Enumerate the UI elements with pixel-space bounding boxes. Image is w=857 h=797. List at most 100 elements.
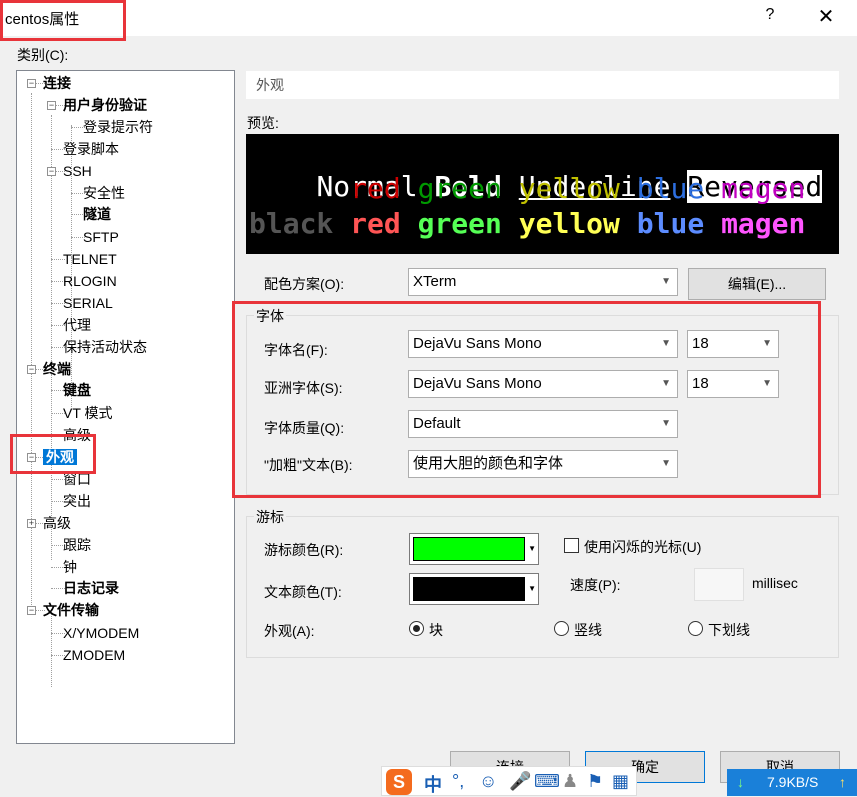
tree-item[interactable]: 登录提示符	[83, 117, 153, 137]
text-color-swatch	[413, 577, 525, 601]
tree-item[interactable]: 终端	[43, 359, 71, 379]
tree-item[interactable]: 代理	[63, 315, 91, 335]
tree-item[interactable]: VT 模式	[63, 403, 113, 423]
radio-block-label: 块	[429, 622, 443, 638]
tree-item[interactable]: 钟	[63, 557, 77, 577]
cursor-color-picker[interactable]: ▼	[409, 533, 539, 565]
net-speed: 7.9KB/S	[767, 774, 819, 790]
tree-collapse-icon[interactable]: −	[27, 79, 36, 88]
color-scheme-select[interactable]: XTerm ▼	[408, 268, 678, 296]
tree-item[interactable]: 安全性	[83, 183, 125, 203]
tree-item[interactable]: SFTP	[83, 227, 119, 247]
tree-item-label: X/YMODEM	[63, 625, 140, 641]
tree-item[interactable]: 登录脚本	[63, 139, 119, 159]
tree-item[interactable]: X/YMODEM	[63, 623, 139, 643]
tree-item-label: VT 模式	[63, 405, 113, 421]
cursor-group-title: 游标	[254, 507, 286, 527]
tree-item[interactable]: RLOGIN	[63, 271, 117, 291]
tree-item[interactable]: SERIAL	[63, 293, 113, 313]
tree-item-label: 登录提示符	[83, 119, 153, 135]
keyboard-icon[interactable]: ⌨	[534, 771, 560, 792]
tree-item-label: RLOGIN	[63, 273, 117, 289]
tree-item[interactable]: 文件传输	[43, 600, 99, 620]
radio-underline[interactable]	[688, 621, 703, 636]
tree-item-label: 终端	[43, 361, 71, 377]
preview-pane: Normal Bold Underline Reversed Cu red gr…	[246, 134, 839, 254]
toolbox-icon[interactable]: ▦	[612, 771, 629, 792]
tree-item-label: SERIAL	[63, 295, 113, 311]
preview-word: blue	[636, 207, 705, 240]
tree-item[interactable]: 连接	[43, 73, 71, 93]
radio-block[interactable]	[409, 621, 424, 636]
blink-cursor-checkbox[interactable]	[564, 538, 579, 553]
tree-expand-icon[interactable]: +	[27, 519, 36, 528]
edit-scheme-button[interactable]: 编辑(E)...	[688, 268, 826, 300]
ime-toolbar: S 中 °, ☺ 🎤 ⌨ ♟ ⚑ ▦	[381, 766, 637, 796]
sogou-logo-icon[interactable]: S	[386, 769, 412, 795]
tree-item-label: 日志记录	[63, 580, 119, 596]
user-icon[interactable]: ♟	[562, 771, 578, 792]
ime-punct[interactable]: °,	[452, 771, 464, 792]
tree-item-label: 连接	[43, 75, 71, 91]
title-bar	[0, 0, 857, 36]
tree-item-label: 隧道	[83, 206, 111, 222]
download-arrow-icon: ↓	[737, 774, 744, 790]
tree-collapse-icon[interactable]: −	[27, 365, 36, 374]
highlight-box-font	[232, 301, 821, 498]
tree-guide-line	[51, 609, 52, 687]
highlight-box-appearance	[10, 434, 96, 474]
tree-item-label: 代理	[63, 317, 91, 333]
text-color-picker[interactable]: ▼	[409, 573, 539, 605]
tree-item[interactable]: 用户身份验证	[63, 95, 147, 115]
preview-label: 预览:	[247, 115, 279, 131]
preview-word: magen	[721, 172, 806, 205]
tree-guide-line	[31, 93, 32, 613]
tree-item[interactable]: 键盘	[63, 380, 91, 400]
tree-item[interactable]: 跟踪	[63, 535, 91, 555]
preview-row-2: red green yellow blue magen	[249, 172, 805, 206]
tree-item[interactable]: 高级	[43, 513, 71, 533]
emoji-icon[interactable]: ☺	[479, 771, 497, 792]
category-label: 类别(C):	[17, 47, 69, 63]
tree-item[interactable]: 保持活动状态	[63, 337, 147, 357]
tree-item[interactable]: SSH	[63, 161, 92, 181]
tree-item-label: ZMODEM	[63, 647, 126, 663]
speed-unit: millisec	[752, 575, 798, 591]
ime-lang[interactable]: 中	[424, 771, 442, 797]
radio-vline[interactable]	[554, 621, 569, 636]
tree-collapse-icon[interactable]: −	[27, 606, 36, 615]
color-scheme-label: 配色方案(O):	[264, 276, 345, 292]
highlight-box-title	[0, 0, 126, 41]
tree-item-label: SSH	[63, 163, 92, 179]
speed-label: 速度(P):	[570, 577, 621, 593]
speed-input[interactable]	[694, 568, 744, 601]
radio-underline-label: 下划线	[708, 622, 750, 638]
net-speed-widget: ↓ 7.9KB/S ↑	[727, 769, 857, 796]
preview-word: magen	[721, 207, 806, 240]
tree-item-label: 文件传输	[43, 602, 99, 618]
chevron-down-icon: ▼	[528, 544, 536, 553]
tree-item[interactable]: 突出	[63, 491, 91, 511]
skin-icon[interactable]: ⚑	[587, 771, 603, 792]
tree-item-label: 登录脚本	[63, 141, 119, 157]
tree-item-label: 保持活动状态	[63, 339, 147, 355]
preview-word: red	[350, 172, 401, 205]
preview-word: yellow	[518, 172, 620, 205]
text-color-label: 文本颜色(T):	[264, 584, 342, 600]
close-button[interactable]: ✕	[812, 4, 840, 30]
tree-item[interactable]: ZMODEM	[63, 645, 125, 665]
microphone-icon[interactable]: 🎤	[509, 771, 531, 792]
tree-item-label: 高级	[43, 515, 71, 531]
section-title: 外观	[246, 71, 839, 99]
tree-item[interactable]: 日志记录	[63, 578, 119, 598]
preview-word: blue	[636, 172, 705, 205]
tree-item-label: TELNET	[63, 251, 117, 267]
help-button[interactable]: ?	[760, 6, 780, 28]
tree-item-label: SFTP	[83, 229, 119, 245]
tree-collapse-icon[interactable]: −	[47, 167, 56, 176]
tree-collapse-icon[interactable]: −	[47, 101, 56, 110]
tree-item[interactable]: 隧道	[83, 204, 111, 224]
tree-item[interactable]: TELNET	[63, 249, 117, 269]
preview-word: green	[417, 207, 502, 240]
category-tree[interactable]: − 连接 − 用户身份验证 登录提示符 登录脚本 − SSH 安全性 隧道 SFTP TELNET RL…	[16, 70, 235, 744]
